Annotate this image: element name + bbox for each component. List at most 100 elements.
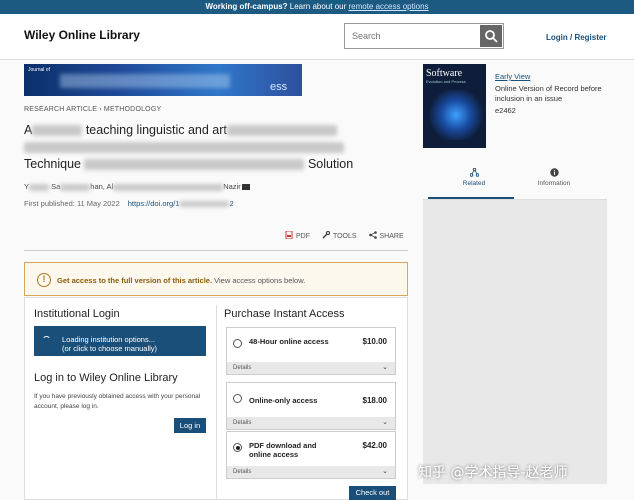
article-kind: RESEARCH ARTICLE › METHODOLOGY	[24, 106, 162, 113]
share-label: SHARE	[379, 233, 404, 240]
doi-text-end: 2	[229, 199, 234, 208]
tab-information-label: Information	[537, 180, 571, 187]
info-icon	[549, 168, 559, 177]
wrench-icon	[322, 231, 330, 239]
option-radio-selected[interactable]	[233, 443, 242, 452]
checkout-button[interactable]: Check out	[349, 486, 396, 500]
search-icon	[485, 30, 498, 43]
article-authors: Y Sa han, Al Nazir	[24, 182, 250, 191]
author-redacted	[113, 183, 224, 191]
title-part: Technique	[24, 157, 81, 171]
pdf-label: PDF	[296, 233, 310, 240]
site-logo[interactable]: Wiley Online Library	[24, 28, 140, 42]
author-redacted	[60, 183, 91, 191]
article-id: e2462	[495, 106, 516, 115]
option-row[interactable]: Online-only access $18.00	[227, 383, 395, 417]
remote-access-text: Learn about our	[287, 2, 349, 11]
access-notice: ! Get access to the full version of this…	[24, 262, 408, 296]
chevron-down-icon: ⌄	[382, 419, 388, 426]
option-details-toggle[interactable]: Details ⌄	[227, 362, 395, 374]
option-price: $18.00	[362, 396, 387, 405]
institution-button-line2: (or click to choose manually)	[62, 344, 158, 353]
title-part: teaching linguistic and art	[82, 123, 227, 137]
tools-tool[interactable]: TOOLS	[322, 231, 357, 240]
author-redacted	[29, 183, 50, 191]
journal-banner-name: ess	[270, 81, 288, 93]
site-header: Wiley Online Library Login / Register	[0, 14, 634, 60]
option-details-label: Details	[233, 365, 252, 371]
option-row[interactable]: PDF download and online access $42.00	[227, 432, 395, 466]
remote-access-link[interactable]: remote access options	[348, 2, 428, 11]
option-details-label: Details	[233, 469, 252, 475]
author-part[interactable]: Nazir	[223, 182, 241, 191]
chevron-down-icon: ⌄	[382, 468, 388, 475]
option-radio[interactable]	[233, 339, 242, 348]
tools-label: TOOLS	[332, 233, 357, 240]
banner-redacted	[60, 74, 230, 88]
institution-select-button[interactable]: Loading institution options... (or click…	[34, 326, 206, 356]
journal-banner-small: Journal of	[28, 67, 50, 73]
loading-spinner-icon	[42, 336, 51, 345]
search-button[interactable]	[480, 25, 502, 47]
chevron-down-icon: ⌄	[382, 364, 388, 371]
pdf-tool[interactable]: PDF	[285, 231, 310, 240]
publication-info: First published: 11 May 2022 https://doi.…	[24, 199, 234, 208]
title-part: Solution	[307, 157, 354, 171]
mail-icon[interactable]	[241, 184, 250, 191]
doi-text: https://doi.org/1	[127, 199, 180, 208]
share-icon	[368, 231, 377, 239]
share-tool[interactable]: SHARE	[368, 231, 404, 240]
login-button[interactable]: Log in	[174, 418, 206, 433]
option-row[interactable]: 48-Hour online access $10.00	[227, 328, 395, 362]
wol-login-text: If you have previously obtained access w…	[34, 393, 201, 410]
author-part[interactable]: Sa	[49, 182, 60, 191]
early-view-description: Online Version of Record before inclusio…	[495, 84, 602, 103]
wol-login-title: Log in to Wiley Online Library	[34, 372, 178, 384]
title-redacted	[226, 125, 337, 137]
tab-related[interactable]: Related	[428, 168, 520, 187]
option-label: 48-Hour online access	[249, 337, 329, 346]
purchase-option-48h: 48-Hour online access $10.00 Details ⌄	[226, 327, 396, 375]
purchase-option-pdf: PDF download and online access $42.00 De…	[226, 431, 396, 479]
article-title: A teaching linguistic and art Technique …	[24, 122, 408, 173]
pdf-icon	[285, 231, 293, 239]
option-price: $42.00	[362, 441, 387, 450]
option-details-toggle[interactable]: Details ⌄	[227, 417, 395, 429]
doi-redacted	[179, 201, 230, 208]
title-redacted	[32, 125, 83, 137]
journal-cover[interactable]: Software Evolution and Process	[423, 64, 486, 148]
tab-related-label: Related	[462, 180, 486, 187]
search-box	[344, 23, 504, 49]
watermark-text: 知乎 @学术指导-赵老师	[418, 465, 568, 481]
remote-access-bold: Working off-campus?	[205, 2, 288, 11]
column-separator	[216, 305, 217, 500]
option-price: $10.00	[362, 337, 387, 346]
notice-sub: View access options below.	[212, 276, 306, 285]
notice-bold: Get access to the full version of this a…	[57, 276, 213, 285]
cover-artwork	[429, 90, 483, 140]
institutional-login-title: Institutional Login	[34, 308, 120, 320]
cover-subtitle: Evolution and Process	[426, 79, 466, 84]
remote-access-banner: Working off-campus? Learn about our remo…	[0, 0, 634, 14]
option-label: Online-only access	[249, 396, 318, 405]
tab-information[interactable]: Information	[508, 168, 600, 187]
title-redacted	[84, 159, 305, 171]
option-radio[interactable]	[233, 394, 242, 403]
section-divider	[24, 250, 408, 251]
title-redacted	[24, 142, 344, 154]
sidebar-panel	[423, 200, 607, 484]
journal-banner[interactable]: Journal of ess	[24, 64, 302, 96]
option-details-toggle[interactable]: Details ⌄	[227, 466, 395, 478]
institution-button-line1: Loading institution options...	[62, 335, 155, 344]
related-network-icon	[469, 168, 479, 177]
early-view-link[interactable]: Early View	[495, 72, 530, 81]
login-register-link[interactable]: Login / Register	[546, 33, 606, 42]
first-published: First published: 11 May 2022	[24, 199, 120, 208]
cover-title: Software	[426, 68, 463, 79]
article-tools: PDF TOOLS SHARE	[285, 231, 414, 240]
doi-link[interactable]: https://doi.org/1 2	[128, 199, 234, 208]
purchase-option-online: Online-only access $18.00 Details ⌄	[226, 382, 396, 430]
author-part[interactable]: han, Al	[90, 182, 113, 191]
alert-icon: !	[37, 273, 51, 287]
search-input[interactable]	[345, 24, 479, 48]
